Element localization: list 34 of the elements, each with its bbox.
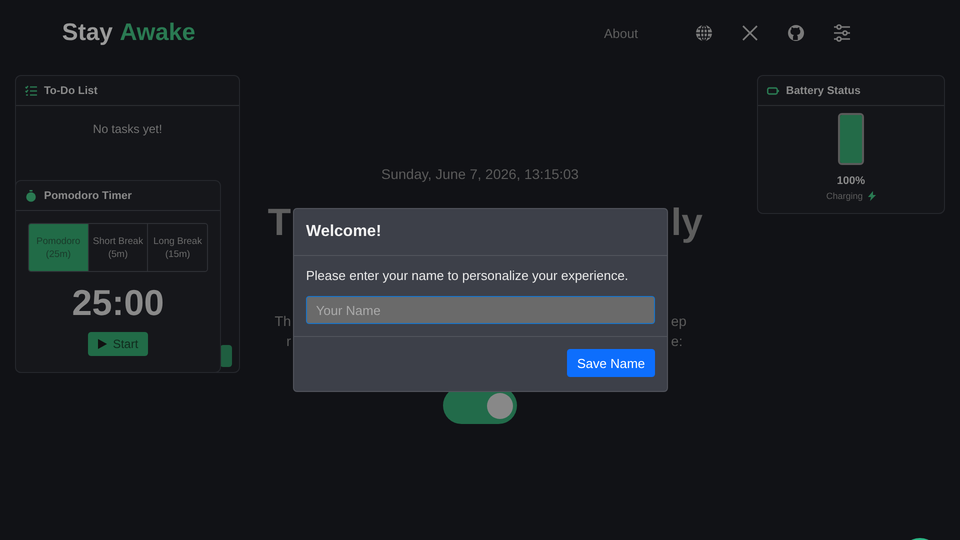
dialog-message: Please enter your name to personalize your experience.: [306, 268, 630, 283]
heading-fragment: ly: [670, 202, 703, 245]
empty-message: No tasks yet!: [92, 122, 164, 136]
date-time: Sunday, June 7, 2026, 13:15:03: [381, 166, 579, 182]
globe-icon[interactable]: [694, 23, 714, 43]
charging-status: Charging: [826, 191, 863, 201]
logo-text: Awake: [120, 19, 196, 47]
text-fragment: e:: [670, 332, 683, 351]
battery-percent: 100%: [836, 175, 866, 187]
timer-display: 25:00: [70, 282, 166, 324]
checklist-icon: [25, 84, 37, 96]
card-title: To-Do List: [44, 84, 98, 96]
dialog-title: Welcome!: [294, 209, 667, 256]
text-fragment: Th: [274, 312, 291, 331]
battery-icon: [767, 84, 779, 96]
battery-gauge: [838, 113, 864, 165]
mode-tab[interactable]: Short Break (5m): [88, 224, 148, 271]
github-icon[interactable]: [786, 23, 806, 43]
save-name-button[interactable]: Save Name: [567, 349, 655, 377]
text-fragment: r: [286, 332, 291, 351]
mode-tab[interactable]: Long Break (15m): [147, 224, 207, 271]
settings-sliders-icon[interactable]: [832, 23, 852, 43]
text-fragment: ep: [670, 312, 687, 331]
x-logo-icon[interactable]: [740, 23, 760, 43]
lightning-icon: [868, 191, 876, 201]
card-title: Pomodoro Timer: [44, 190, 132, 202]
card-title: Battery Status: [786, 84, 861, 96]
heading-fragment: T: [268, 202, 291, 245]
stopwatch-icon: [25, 190, 37, 202]
start-button[interactable]: Start: [88, 332, 148, 356]
logo-text: Stay: [62, 19, 113, 47]
play-icon: [98, 339, 107, 349]
about-link[interactable]: About: [604, 26, 638, 40]
name-input[interactable]: Your Name: [306, 296, 655, 324]
